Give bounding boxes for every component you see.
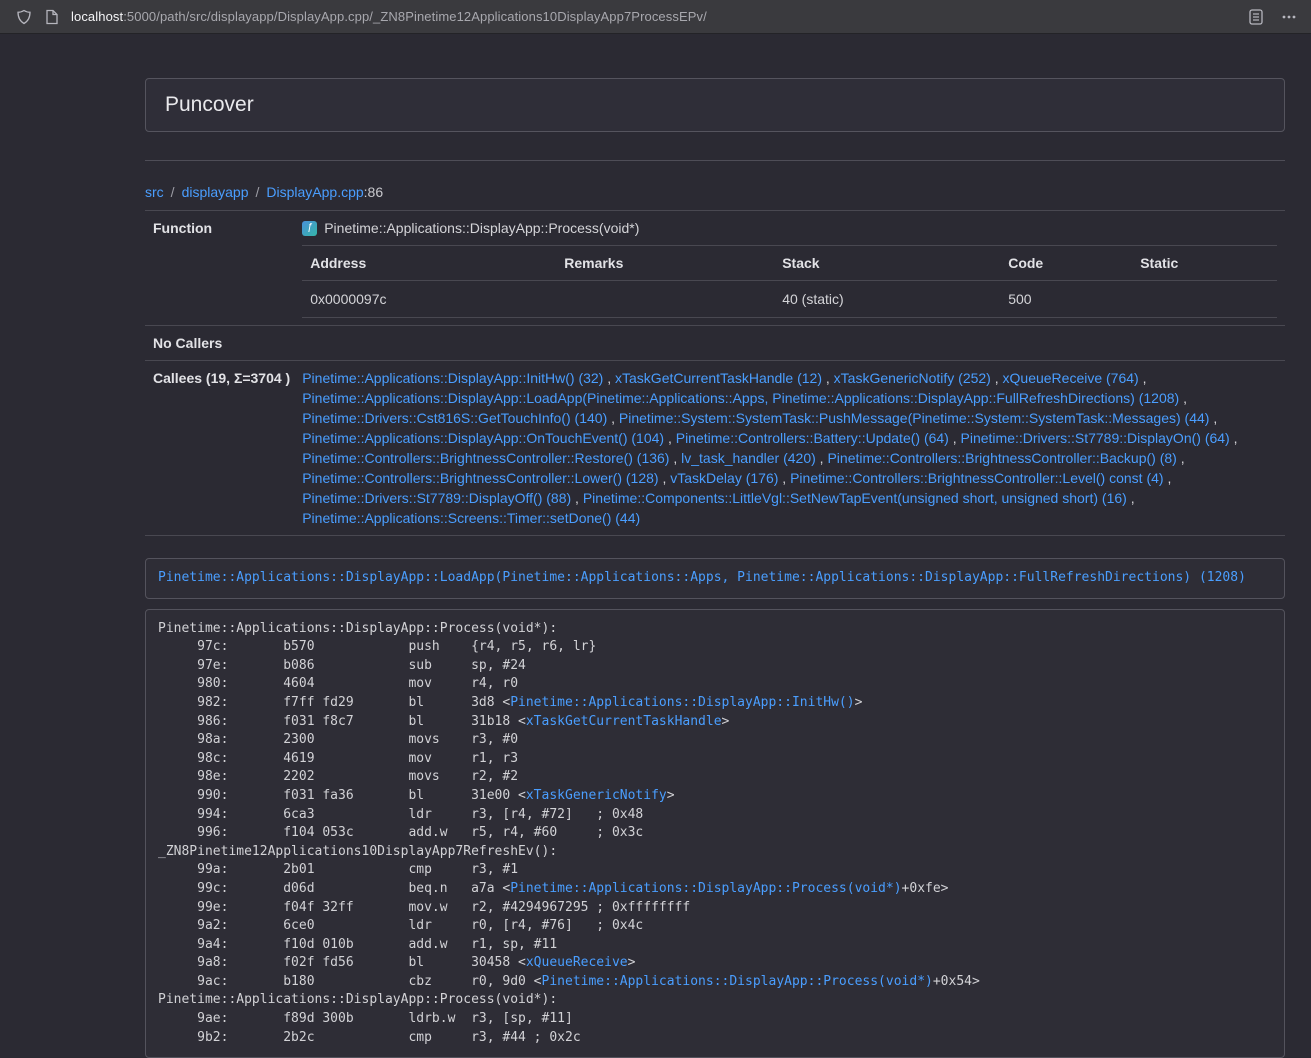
static-value [1132,281,1277,318]
col-stack: Stack [774,246,1000,281]
callee-link[interactable]: Pinetime::Drivers::St7789::DisplayOn() (… [961,430,1230,446]
callee-link[interactable]: xTaskGenericNotify (252) [834,370,991,386]
no-callers-row: No Callers [145,326,1285,361]
callees-list: Pinetime::Applications::DisplayApp::Init… [294,361,1285,536]
code-line: 99c: d06d beq.n a7a <Pinetime::Applicati… [158,880,1272,899]
callee-link[interactable]: Pinetime::Applications::DisplayApp::Load… [302,390,1179,406]
code-size-value: 500 [1000,281,1132,318]
callee-link[interactable]: Pinetime::Controllers::BrightnessControl… [827,450,1176,466]
stack-value: 40 (static) [774,281,1000,318]
address-value: 0x0000097c [302,281,556,318]
address-table-row: 0x0000097c 40 (static) 500 [302,281,1277,318]
url-bar[interactable]: localhost:5000/path/src/displayapp/Displ… [71,9,1249,24]
callee-link[interactable]: Pinetime::System::SystemTask::PushMessag… [619,410,1210,426]
col-address: Address [302,246,556,281]
breadcrumb-displayapp-link[interactable]: displayapp [182,184,249,200]
code-line: 986: f031 f8c7 bl 31b18 <xTaskGetCurrent… [158,713,1272,732]
app-header-panel: Puncover [145,78,1285,132]
code-line: 982: f7ff fd29 bl 3d8 <Pinetime::Applica… [158,694,1272,713]
code-line: 9a2: 6ce0 ldr r0, [r4, #76] ; 0x4c [158,917,1272,936]
function-row: Function ƒ Pinetime::Applications::Displ… [145,211,1285,326]
code-line: Pinetime::Applications::DisplayApp::Proc… [158,991,1272,1010]
code-symbol-link[interactable]: xTaskGenericNotify [526,788,667,803]
col-static: Static [1132,246,1277,281]
code-line: 994: 6ca3 ldr r3, [r4, #72] ; 0x48 [158,806,1272,825]
url-path: :5000/path/src/displayapp/DisplayApp.cpp… [123,9,707,24]
breadcrumb-src-link[interactable]: src [145,184,164,200]
more-tools-icon[interactable] [1281,9,1297,25]
selected-callee-link[interactable]: Pinetime::Applications::DisplayApp::Load… [158,570,1246,585]
address-table: Address Remarks Stack Code Static 0x0000… [302,245,1277,318]
page-container: Puncover src / displayapp / DisplayApp.cpp:8… [145,78,1285,1058]
code-symbol-link[interactable]: Pinetime::Applications::DisplayApp::Proc… [542,974,933,989]
symbol-table: Function ƒ Pinetime::Applications::Displ… [145,210,1285,536]
code-line: 996: f104 053c add.w r5, r4, #60 ; 0x3c [158,824,1272,843]
callee-link[interactable]: xTaskGetCurrentTaskHandle (12) [615,370,822,386]
shield-icon[interactable] [16,9,32,25]
divider [145,160,1285,161]
callee-link[interactable]: Pinetime::Applications::Screens::Timer::… [302,510,640,526]
page-icon[interactable] [45,9,59,25]
code-line: 9ae: f89d 300b ldrb.w r3, [sp, #11] [158,1010,1272,1029]
code-line: 98a: 2300 movs r3, #0 [158,731,1272,750]
callee-link[interactable]: Pinetime::Components::LittleVgl::SetNewT… [583,490,1127,506]
code-line: 9a4: f10d 010b add.w r1, sp, #11 [158,936,1272,955]
selected-callee-box: Pinetime::Applications::DisplayApp::Load… [145,558,1285,599]
callee-link[interactable]: Pinetime::Controllers::BrightnessControl… [302,450,669,466]
callee-link[interactable]: Pinetime::Applications::DisplayApp::Init… [302,370,603,386]
url-domain: localhost [71,9,123,24]
code-line: 97e: b086 sub sp, #24 [158,657,1272,676]
breadcrumb-file-link[interactable]: DisplayApp.cpp [266,184,363,200]
code-line: 99e: f04f 32ff mov.w r2, #4294967295 ; 0… [158,899,1272,918]
code-line: 99a: 2b01 cmp r3, #1 [158,861,1272,880]
breadcrumb: src / displayapp / DisplayApp.cpp:86 [145,182,1285,202]
function-row-label: Function [145,211,294,326]
code-symbol-link[interactable]: Pinetime::Applications::DisplayApp::Init… [510,695,854,710]
callee-link[interactable]: xQueueReceive (764) [1003,370,1139,386]
callees-row: Callees (19, Σ=3704 ) Pinetime::Applicat… [145,361,1285,536]
code-line: 9b2: 2b2c cmp r3, #44 ; 0x2c [158,1029,1272,1048]
code-symbol-link[interactable]: Pinetime::Applications::DisplayApp::Proc… [510,881,901,896]
callee-link[interactable]: Pinetime::Controllers::BrightnessControl… [790,470,1163,486]
code-symbol-link[interactable]: xTaskGetCurrentTaskHandle [526,714,722,729]
callee-link[interactable]: lv_task_handler (420) [681,450,816,466]
callee-link[interactable]: Pinetime::Applications::DisplayApp::OnTo… [302,430,664,446]
breadcrumb-separator: / [171,184,175,200]
function-name: Pinetime::Applications::DisplayApp::Proc… [324,218,639,238]
code-line: 9a8: f02f fd56 bl 30458 <xQueueReceive> [158,954,1272,973]
code-line: 990: f031 fa36 bl 31e00 <xTaskGenericNot… [158,787,1272,806]
callee-link[interactable]: Pinetime::Drivers::St7789::DisplayOff() … [302,490,571,506]
code-line: 9ac: b180 cbz r0, 9d0 <Pinetime::Applica… [158,973,1272,992]
browser-toolbar: localhost:5000/path/src/displayapp/Displ… [0,0,1311,34]
col-remarks: Remarks [556,246,774,281]
function-name-row: ƒ Pinetime::Applications::DisplayApp::Pr… [302,218,1277,238]
code-line: 98e: 2202 movs r2, #2 [158,768,1272,787]
code-line: 97c: b570 push {r4, r5, r6, lr} [158,638,1272,657]
reader-view-icon[interactable] [1249,9,1263,25]
disassembly-pre: Pinetime::Applications::DisplayApp::Proc… [145,609,1285,1058]
code-line: 980: 4604 mov r4, r0 [158,675,1272,694]
callees-label: Callees (19, Σ=3704 ) [145,361,294,536]
callee-link[interactable]: vTaskDelay (176) [670,470,778,486]
remarks-value [556,281,774,318]
app-title: Puncover [165,93,1265,117]
code-line: Pinetime::Applications::DisplayApp::Proc… [158,620,1272,639]
no-callers-label: No Callers [145,326,294,361]
callee-link[interactable]: Pinetime::Controllers::BrightnessControl… [302,470,658,486]
address-table-header-row: Address Remarks Stack Code Static [302,246,1277,281]
col-code: Code [1000,246,1132,281]
code-line: _ZN8Pinetime12Applications10DisplayApp7R… [158,843,1272,862]
callee-link[interactable]: Pinetime::Drivers::Cst816S::GetTouchInfo… [302,410,607,426]
callee-link[interactable]: Pinetime::Controllers::Battery::Update()… [676,430,949,446]
function-icon: ƒ [302,221,317,236]
breadcrumb-line-number: :86 [364,184,383,200]
code-symbol-link[interactable]: xQueueReceive [526,955,628,970]
code-line: 98c: 4619 mov r1, r3 [158,750,1272,769]
breadcrumb-separator: / [256,184,260,200]
